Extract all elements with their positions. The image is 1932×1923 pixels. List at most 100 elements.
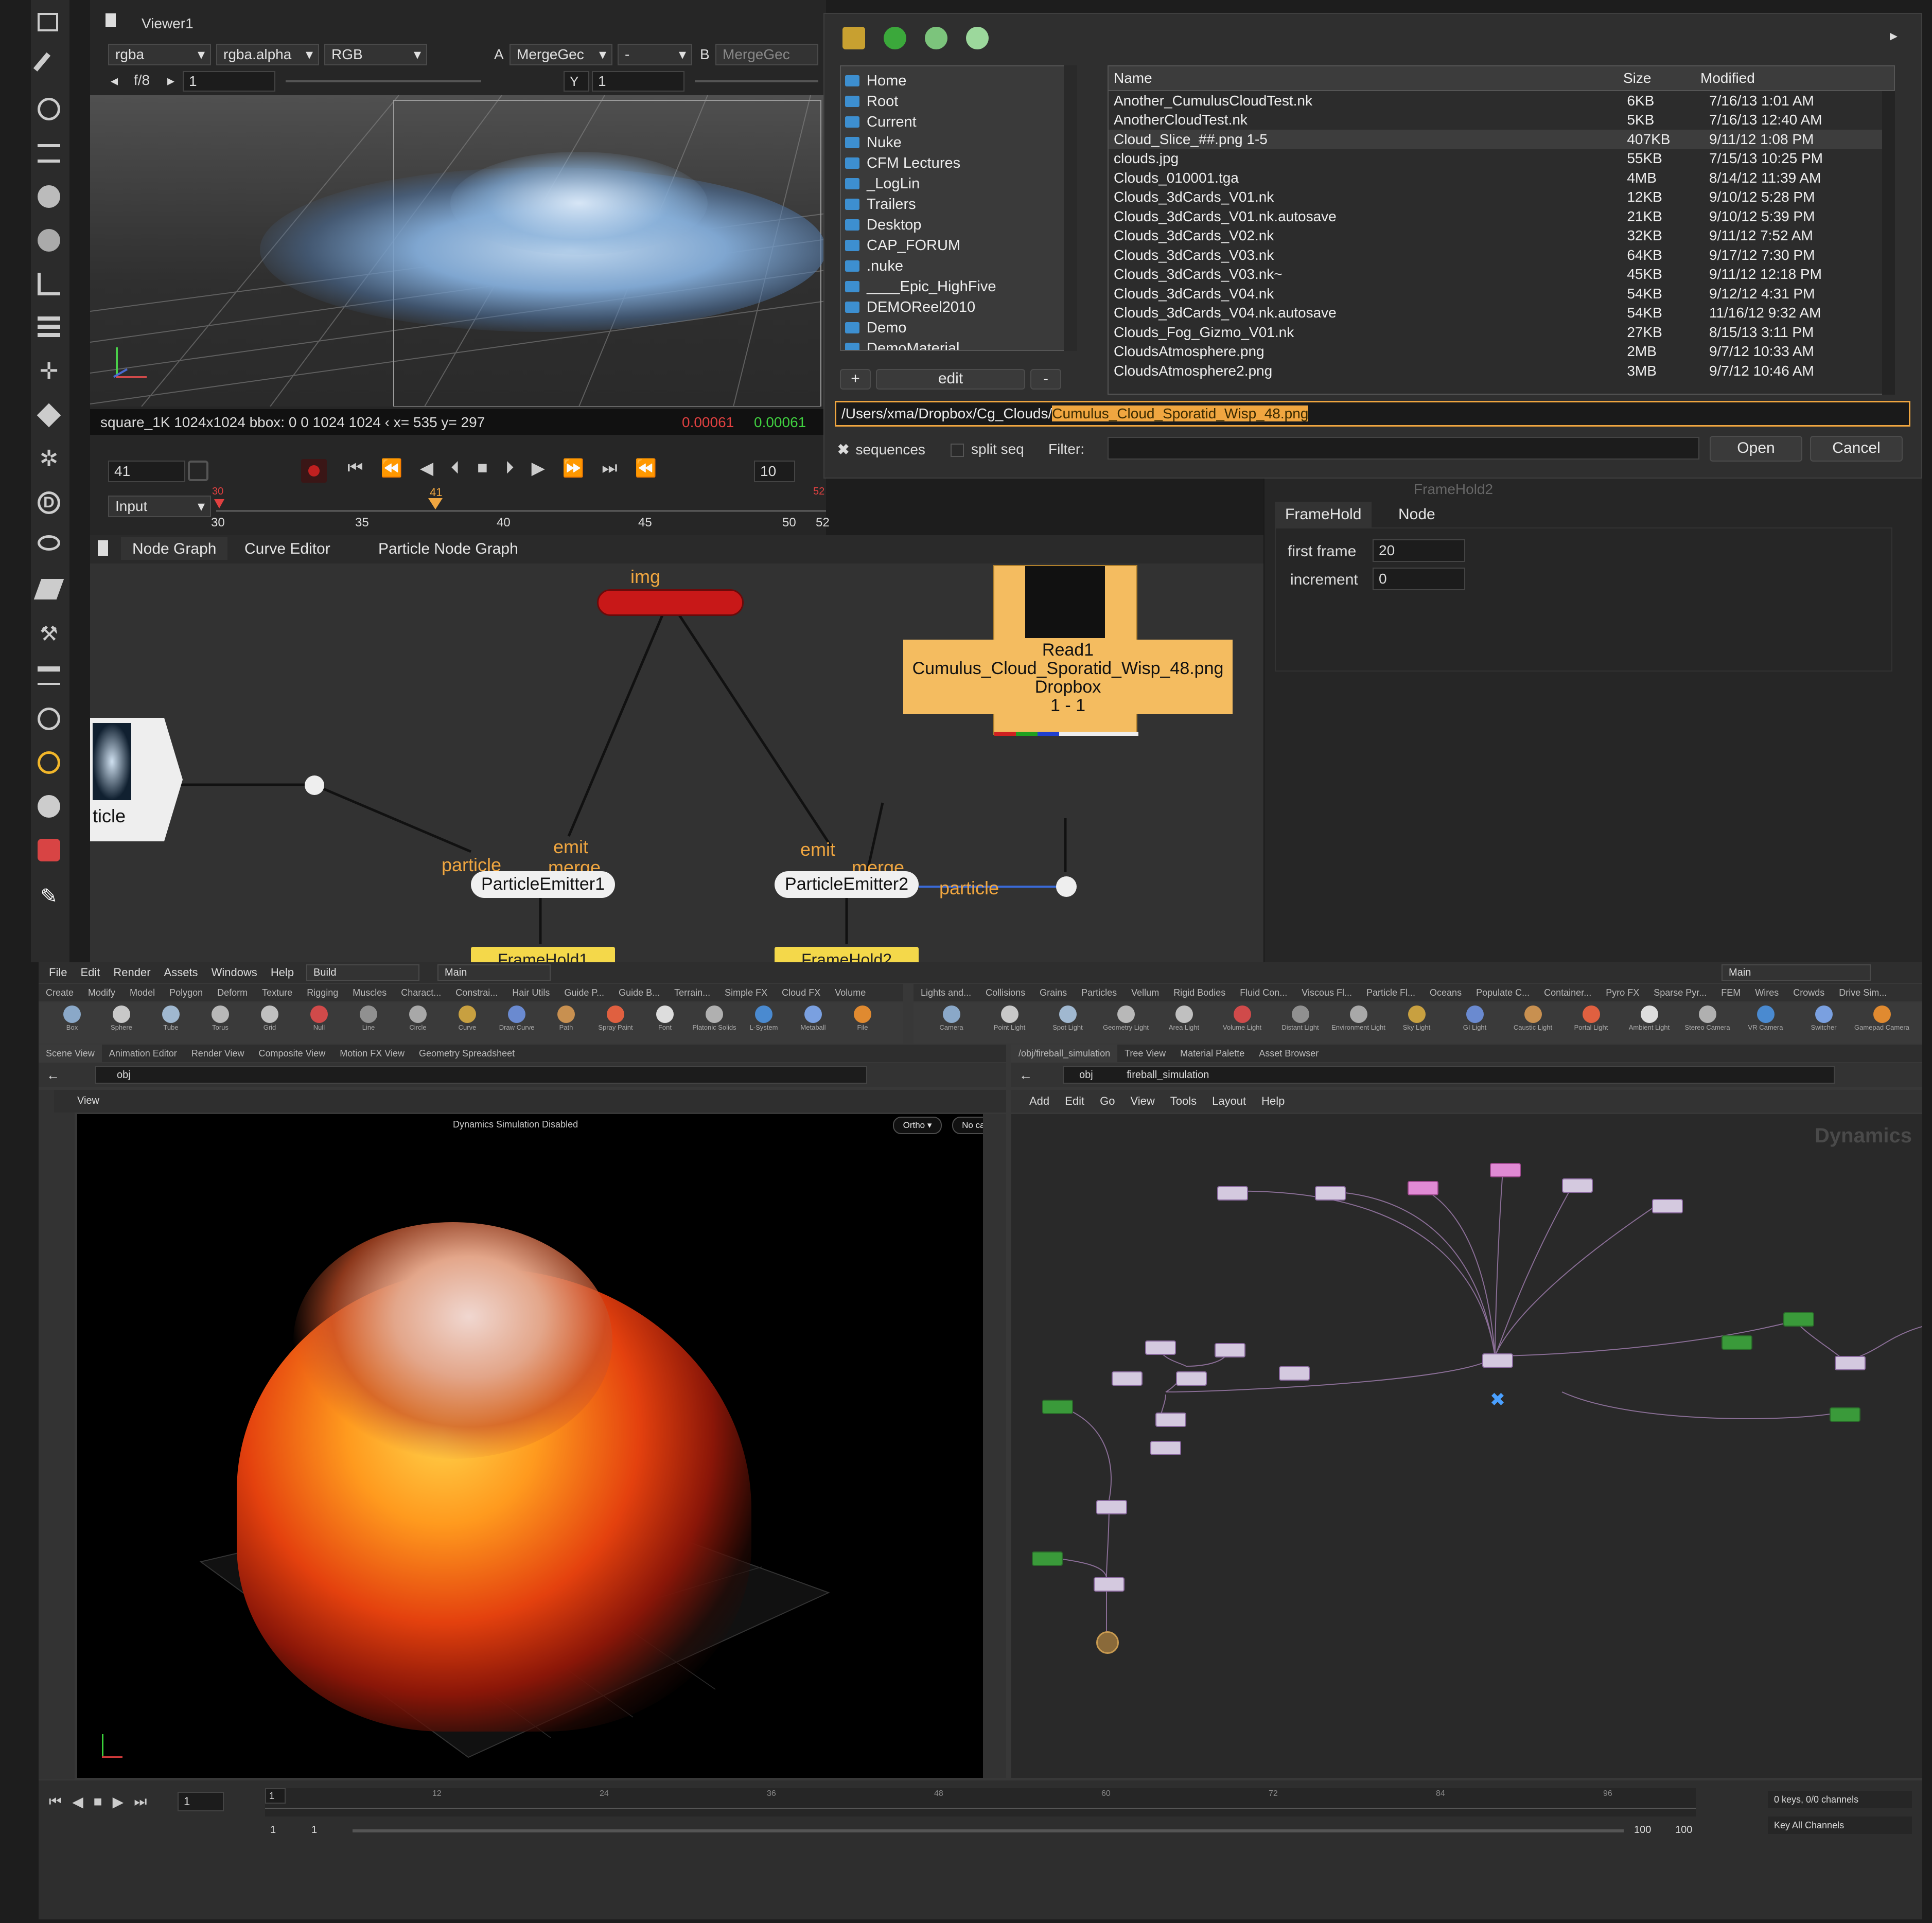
shelf-tool[interactable]: Spot Light: [1040, 1004, 1095, 1042]
nuke-viewport[interactable]: [90, 95, 826, 407]
shelf-tab[interactable]: Sparse Pyr...: [1646, 984, 1714, 1001]
network-node[interactable]: [1176, 1371, 1207, 1386]
globe-tool-icon[interactable]: [38, 795, 60, 818]
col-name-header[interactable]: Name: [1109, 70, 1618, 86]
shelf-tab[interactable]: Vellum: [1124, 984, 1166, 1001]
pane-tab[interactable]: Material Palette: [1173, 1045, 1252, 1062]
filter-tool-icon[interactable]: [38, 229, 60, 252]
tab-node-graph[interactable]: Node Graph: [121, 537, 228, 560]
shelf-tool[interactable]: Path: [543, 1004, 589, 1042]
file-row[interactable]: Clouds_3dCards_V04.nk 54KB 9/12/12 4:31 PM: [1109, 284, 1894, 304]
shelf-tab[interactable]: Deform: [210, 984, 255, 1001]
network-menu-item[interactable]: Help: [1261, 1090, 1285, 1113]
network-node[interactable]: [1279, 1366, 1310, 1381]
shelf-tool[interactable]: Grid: [247, 1004, 293, 1042]
shelf-tool[interactable]: Distant Light: [1273, 1004, 1328, 1042]
place-item[interactable]: CAP_FORUM: [841, 235, 1076, 256]
shelf-tab[interactable]: Lights and...: [914, 984, 978, 1001]
a-op-dropdown[interactable]: - ▾: [618, 44, 692, 65]
shelf-tab[interactable]: Viscous Fl...: [1294, 984, 1359, 1001]
shelf-tool[interactable]: Gamepad Camera: [1854, 1004, 1909, 1042]
network-menu-item[interactable]: Layout: [1212, 1090, 1246, 1113]
shelf-tool[interactable]: Font: [642, 1004, 688, 1042]
shelf-tool[interactable]: Tube: [148, 1004, 194, 1042]
network-node[interactable]: [1150, 1441, 1181, 1455]
network-node[interactable]: [1562, 1178, 1593, 1193]
last-frame-icon[interactable]: ⏭: [602, 458, 618, 484]
dot-node-2[interactable]: [1056, 876, 1077, 897]
places-scrollbar[interactable]: [1064, 65, 1077, 351]
toolsets-tool-icon[interactable]: ⚒: [38, 623, 60, 645]
deep-tool-icon[interactable]: D: [38, 491, 60, 514]
play-icon[interactable]: ⏵: [505, 458, 514, 484]
shelf-tab[interactable]: Grains: [1032, 984, 1074, 1001]
particles-tool-icon[interactable]: ✲: [38, 448, 60, 470]
shelf-tool[interactable]: Camera: [924, 1004, 979, 1042]
houdini-viewport[interactable]: Dynamics Simulation Disabled Ortho ▾ No …: [77, 1114, 983, 1778]
tab-curve-editor[interactable]: Curve Editor: [244, 540, 330, 558]
edit-places-button[interactable]: edit: [876, 369, 1025, 390]
shelf-tool[interactable]: GI Light: [1447, 1004, 1502, 1042]
channels-dropdown[interactable]: rgba ▾: [108, 44, 211, 65]
open-button[interactable]: Open: [1710, 436, 1802, 462]
shelf-tool[interactable]: Portal Light: [1564, 1004, 1619, 1042]
img-node[interactable]: [597, 589, 744, 616]
stop-icon[interactable]: ■: [477, 458, 488, 484]
network-node[interactable]: [1145, 1340, 1176, 1355]
up-dir-icon[interactable]: [884, 27, 906, 49]
network-node[interactable]: [1112, 1371, 1143, 1386]
particle-node-partial[interactable]: ticle: [90, 718, 183, 841]
shelf-tab[interactable]: Constrai...: [448, 984, 505, 1001]
frame-field[interactable]: 41: [108, 461, 185, 482]
expand-arrow-icon[interactable]: ▸: [1890, 27, 1898, 45]
start-frame-2[interactable]: 1: [311, 1824, 317, 1836]
place-item[interactable]: DEMOReel2010: [841, 297, 1076, 317]
output-node-icon[interactable]: [1096, 1631, 1119, 1654]
shelf-tab[interactable]: Populate C...: [1469, 984, 1537, 1001]
particle-emitter-1-node[interactable]: ParticleEmitter1: [471, 871, 615, 898]
particle-emitter-2-node[interactable]: ParticleEmitter2: [775, 871, 919, 898]
shelf-tab[interactable]: Guide B...: [611, 984, 667, 1001]
split-seq-checkbox[interactable]: split seq: [951, 441, 1024, 457]
file-row[interactable]: Clouds_3dCards_V03.nk~ 45KB 9/11/12 12:18 …: [1109, 265, 1894, 285]
gizmo-tool-icon[interactable]: [38, 708, 60, 730]
shelf-tool[interactable]: Environment Light: [1331, 1004, 1386, 1042]
shelf-tool[interactable]: Ambient Light: [1622, 1004, 1677, 1042]
place-item[interactable]: Home: [841, 70, 1076, 91]
shelf-tab[interactable]: Particles: [1074, 984, 1124, 1001]
lock-icon[interactable]: [188, 461, 208, 481]
network-menu-item[interactable]: Tools: [1170, 1090, 1197, 1113]
shelf-tool[interactable]: Sphere: [98, 1004, 145, 1042]
end-frame-2[interactable]: 100: [1675, 1824, 1692, 1836]
place-item[interactable]: ____Epic_HighFive: [841, 276, 1076, 297]
file-row[interactable]: Clouds_3dCards_V02.nk 32KB 9/11/12 7:52 AM: [1109, 226, 1894, 246]
shelf-tool[interactable]: Sky Light: [1389, 1004, 1444, 1042]
skip-back-icon[interactable]: ⏪: [635, 458, 657, 484]
file-table-scrollbar[interactable]: [1882, 91, 1895, 395]
network-node[interactable]: [1096, 1500, 1127, 1514]
shelf-tab[interactable]: Crowds: [1786, 984, 1832, 1001]
shelf-tab[interactable]: Terrain...: [667, 984, 717, 1001]
shelf-tab[interactable]: Texture: [255, 984, 300, 1001]
network-node[interactable]: [1783, 1312, 1814, 1327]
path-node[interactable]: fireball_simulation: [1127, 1069, 1209, 1081]
menu-item[interactable]: File: [49, 962, 67, 983]
place-item[interactable]: Demo: [841, 317, 1076, 338]
shelf-tab[interactable]: Simple FX: [717, 984, 775, 1001]
no-tool-icon[interactable]: [38, 839, 60, 861]
network-menu-item[interactable]: Go: [1100, 1090, 1115, 1113]
shelf-tool[interactable]: L-System: [741, 1004, 787, 1042]
shelf-tab[interactable]: Wires: [1748, 984, 1786, 1001]
menu-item[interactable]: Help: [271, 962, 294, 983]
fstop-next-icon[interactable]: ▸: [167, 72, 174, 89]
keyer-tool-icon[interactable]: [38, 273, 60, 295]
pane-tab[interactable]: Scene View: [39, 1045, 102, 1062]
gain-field[interactable]: 1: [183, 71, 275, 92]
channel-tool-icon[interactable]: [38, 144, 60, 163]
shelf-tab[interactable]: Hair Utils: [505, 984, 557, 1001]
back-icon[interactable]: ←: [1019, 1067, 1032, 1083]
nuke-timeline[interactable]: 30 41 52 30 35 40 45 50 52: [211, 486, 830, 530]
shelf-tab[interactable]: Create: [39, 984, 81, 1001]
shelf-tool[interactable]: Area Light: [1156, 1004, 1211, 1042]
pane-tab[interactable]: Asset Browser: [1252, 1045, 1326, 1062]
